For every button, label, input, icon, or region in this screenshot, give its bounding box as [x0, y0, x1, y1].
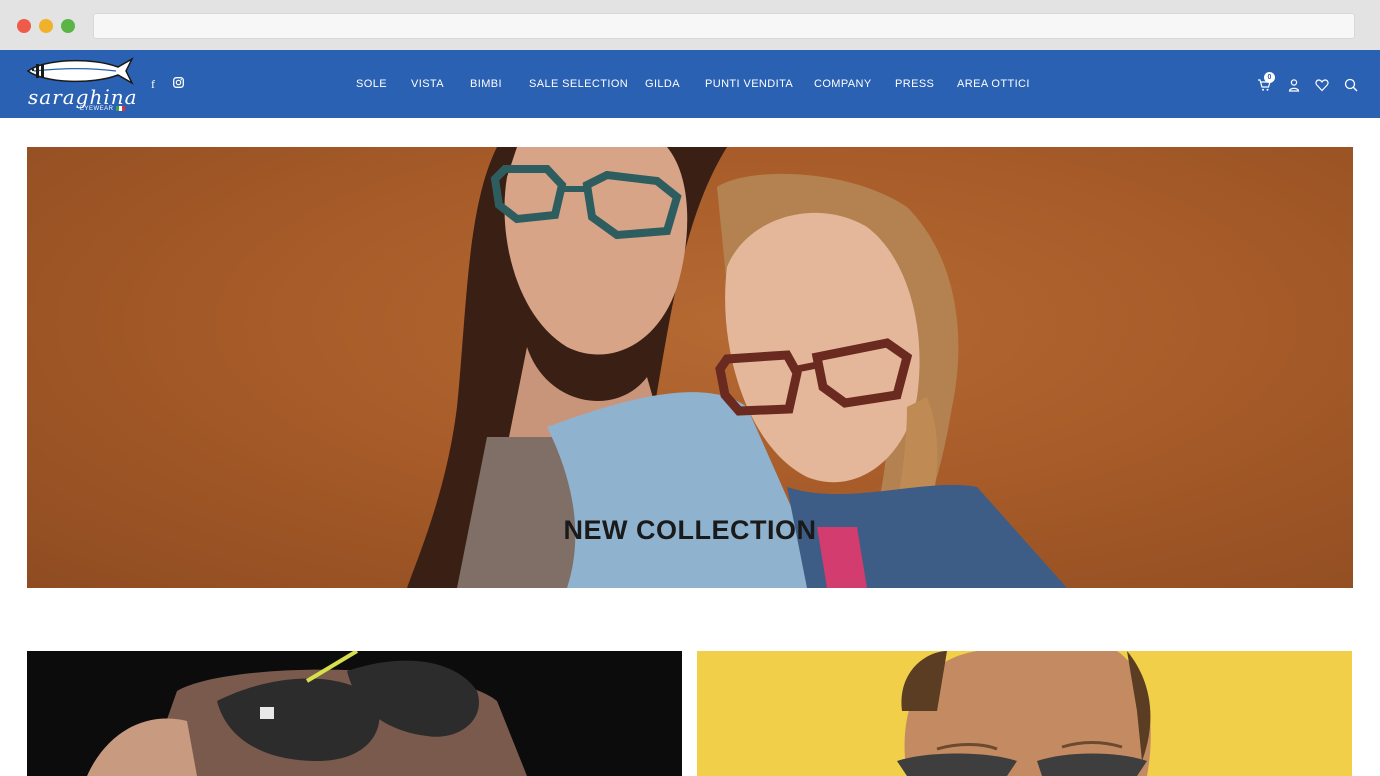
browser-chrome	[0, 0, 1380, 50]
tile-image-dark	[87, 651, 527, 776]
address-bar[interactable]	[93, 13, 1355, 39]
cart-count-badge: 0	[1264, 72, 1275, 83]
hero-title: NEW COLLECTION	[563, 515, 817, 545]
heart-icon[interactable]	[1315, 78, 1329, 92]
nav-item-company[interactable]: COMPANY	[814, 78, 872, 90]
sardine-fish-icon	[26, 57, 134, 85]
site-header: saraghina EYEWEAR f	[0, 50, 1380, 118]
collection-tile-sun[interactable]	[27, 651, 682, 776]
nav-item-vista[interactable]: VISTA	[411, 78, 444, 90]
collection-tile-optical[interactable]	[697, 651, 1352, 776]
nav-item-bimbi[interactable]: BIMBI	[470, 78, 502, 90]
hero-banner[interactable]: NEW COLLECTION	[27, 147, 1353, 588]
nav-item-area-ottici[interactable]: AREA OTTICI	[957, 78, 1030, 90]
minimize-window-button[interactable]	[39, 19, 53, 33]
nav-item-punti-vendita[interactable]: PUNTI VENDITA	[705, 78, 793, 90]
saraghina-logo[interactable]: saraghina EYEWEAR	[22, 55, 138, 113]
facebook-icon[interactable]: f	[151, 77, 155, 91]
nav-item-sole[interactable]: SOLE	[356, 78, 387, 90]
instagram-icon[interactable]	[173, 77, 184, 92]
nav-item-press[interactable]: PRESS	[895, 78, 934, 90]
close-window-button[interactable]	[17, 19, 31, 33]
search-icon[interactable]	[1344, 78, 1358, 92]
italian-flag-icon	[116, 106, 125, 111]
tile-image-yellow	[897, 651, 1151, 776]
nav-item-sale-selection[interactable]: SALE SELECTION	[529, 78, 628, 90]
maximize-window-button[interactable]	[61, 19, 75, 33]
nav-item-gilda[interactable]: GILDA	[645, 78, 680, 90]
logo-tagline: EYEWEAR	[80, 106, 114, 112]
user-icon[interactable]	[1287, 78, 1301, 92]
